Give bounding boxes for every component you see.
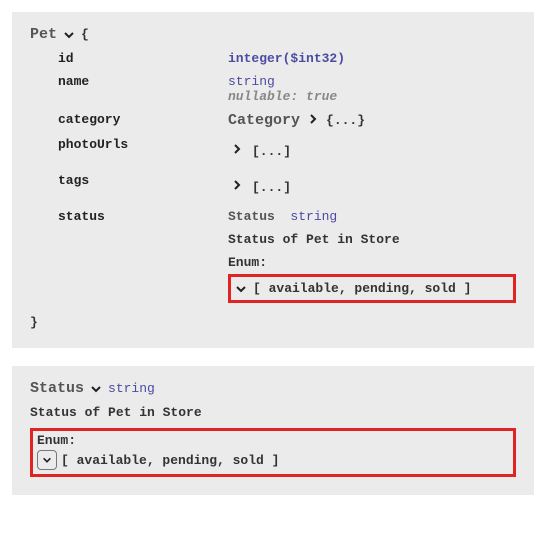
chevron-right-icon[interactable] <box>232 179 242 195</box>
prop-photourls-name: photoUrls <box>58 133 218 156</box>
type-format: ($int32) <box>283 51 345 66</box>
prop-status-value: Status string Status of Pet in Store Enu… <box>228 205 516 307</box>
chevron-down-icon[interactable] <box>235 283 247 295</box>
enum-label: Enum: <box>37 433 509 448</box>
open-brace: { <box>81 27 89 42</box>
enum-values: [ available, pending, sold ] <box>253 281 471 296</box>
collapsed-array: [...] <box>252 180 291 195</box>
type-integer: integer <box>228 51 283 66</box>
prop-id-name: id <box>58 47 218 70</box>
type-string: string <box>290 209 337 224</box>
enum-values-highlight[interactable]: [ available, pending, sold ] <box>228 274 516 303</box>
pet-model-panel: Pet { id integer($int32) name string nul… <box>12 12 534 348</box>
nullable-flag: nullable: true <box>228 89 516 104</box>
prop-category-name: category <box>58 108 218 131</box>
prop-photourls-value[interactable]: [...] <box>228 139 516 163</box>
chevron-right-icon[interactable] <box>232 143 242 159</box>
prop-id-value: integer($int32) <box>228 47 516 70</box>
collapsed-object: {...} <box>326 113 365 128</box>
prop-status-name: status <box>58 205 218 228</box>
chevron-right-icon[interactable] <box>308 113 318 129</box>
type-string: string <box>108 381 155 396</box>
enum-row[interactable]: [ available, pending, sold ] <box>37 450 509 470</box>
chevron-down-icon[interactable] <box>90 383 102 395</box>
status-model-name: Status <box>30 380 84 397</box>
prop-name-value: string nullable: true <box>228 70 516 108</box>
expand-toggle-button[interactable] <box>37 450 57 470</box>
prop-tags-name: tags <box>58 169 218 192</box>
status-model-panel: Status string Status of Pet in Store Enu… <box>12 366 534 495</box>
status-label: Status <box>228 209 275 224</box>
status-model-header[interactable]: Status string <box>30 380 516 397</box>
pet-properties: id integer($int32) name string nullable:… <box>58 47 516 307</box>
close-brace: } <box>30 315 516 330</box>
pet-model-header[interactable]: Pet { <box>30 26 516 43</box>
enum-block-highlight: Enum: [ available, pending, sold ] <box>30 428 516 477</box>
enum-values: [ available, pending, sold ] <box>61 453 279 468</box>
collapsed-array: [...] <box>252 144 291 159</box>
prop-tags-value[interactable]: [...] <box>228 175 516 199</box>
type-string: string <box>228 74 516 89</box>
chevron-down-icon[interactable] <box>63 29 75 41</box>
pet-model-name: Pet <box>30 26 57 43</box>
status-description: Status of Pet in Store <box>228 232 516 247</box>
status-description: Status of Pet in Store <box>30 405 516 420</box>
enum-label: Enum: <box>228 255 516 270</box>
prop-category-value[interactable]: Category {...} <box>228 108 516 133</box>
category-model-name: Category <box>228 112 300 129</box>
prop-name-name: name <box>58 70 218 93</box>
